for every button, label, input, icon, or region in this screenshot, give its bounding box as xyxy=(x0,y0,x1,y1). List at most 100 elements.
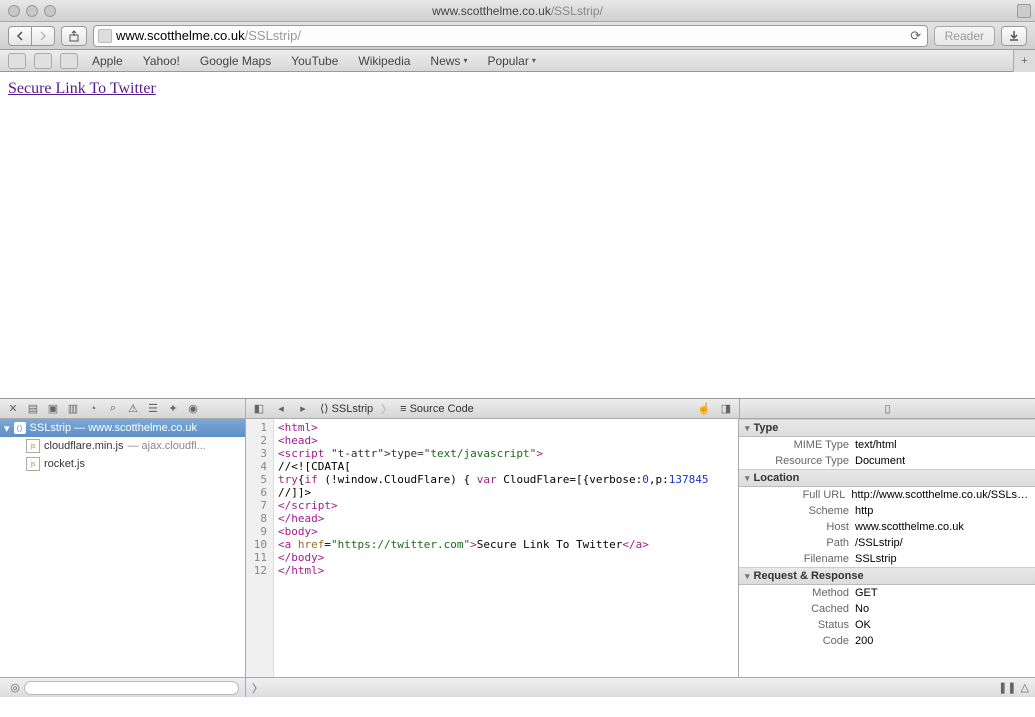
breadcrumb-file[interactable]: ⟨⟩ SSLstrip xyxy=(316,402,377,415)
tree-item[interactable]: jscloudflare.min.js — ajax.cloudfl... xyxy=(0,437,245,455)
source-line: <a href="https://twitter.com">Secure Lin… xyxy=(278,538,709,551)
line-gutter: 123456789101112 xyxy=(246,419,274,677)
collapse-button[interactable]: △ xyxy=(1021,681,1029,694)
bookmark-news-folder[interactable]: News xyxy=(424,54,473,68)
warnings-tool[interactable]: ⚠ xyxy=(124,401,142,417)
source-line: <html> xyxy=(278,421,709,434)
inspect-tool[interactable]: ✦ xyxy=(164,401,182,417)
toggle-right-sidebar-button[interactable]: ◨ xyxy=(717,401,735,417)
element-selector-button[interactable]: ☝ xyxy=(695,401,713,417)
tree-item[interactable]: jsrocket.js xyxy=(0,455,245,473)
source-line: </html> xyxy=(278,564,709,577)
toggle-sidebar-button[interactable]: ◧ xyxy=(250,401,268,417)
source-line: <script "t-attr">type="text/javascript"> xyxy=(278,447,709,460)
tree-item-detail: — ajax.cloudfl... xyxy=(127,440,205,452)
source-line: <head> xyxy=(278,434,709,447)
nav-back-button[interactable]: ◂ xyxy=(272,401,290,417)
filter-icon: ◎ xyxy=(6,680,24,696)
forward-button[interactable] xyxy=(31,26,55,46)
browser-toolbar: www.scotthelme.co.uk/SSLstrip/ ⟳ Reader xyxy=(0,22,1035,50)
devtools: ✕ ▤ ▣ ▥ ◔ ⌕ ⚠ ☰ ✦ ◉ ◧ ◂ ▸ ⟨⟩ SSLstrip 〉 … xyxy=(0,398,1035,697)
detail-value: No xyxy=(855,603,869,615)
source-line: //<![CDATA[ xyxy=(278,460,709,473)
section-header[interactable]: Type xyxy=(739,419,1035,437)
devtools-sidebar: ▾ ⟨⟩ SSLstrip — www.scotthelme.co.uk jsc… xyxy=(0,419,246,677)
storage-tab[interactable]: ▥ xyxy=(64,401,82,417)
filter-input[interactable] xyxy=(24,681,239,695)
detail-value: 200 xyxy=(855,635,873,647)
disclosure-icon: ▾ xyxy=(4,422,10,435)
downloads-button[interactable] xyxy=(1001,26,1027,46)
bookmark-google-maps[interactable]: Google Maps xyxy=(194,54,277,68)
source-viewer[interactable]: 123456789101112 <html><head><script "t-a… xyxy=(246,419,739,677)
nav-forward-button[interactable]: ▸ xyxy=(294,401,312,417)
window-title: www.scotthelme.co.uk/SSLstrip/ xyxy=(0,4,1035,18)
back-button[interactable] xyxy=(8,26,31,46)
reload-button[interactable]: ⟳ xyxy=(909,28,923,44)
detail-key: Scheme xyxy=(745,505,855,517)
details-doc-icon: ▯ xyxy=(879,401,897,417)
detail-value: www.scotthelme.co.uk xyxy=(855,521,964,533)
section-header[interactable]: Request & Response xyxy=(739,567,1035,585)
detail-row: Resource TypeDocument xyxy=(739,453,1035,469)
bookmark-popular-folder[interactable]: Popular xyxy=(481,54,541,68)
detail-row: Schemehttp xyxy=(739,503,1035,519)
record-tool[interactable]: ◉ xyxy=(184,401,202,417)
console-tool[interactable]: ☰ xyxy=(144,401,162,417)
search-tool[interactable]: ⌕ xyxy=(104,401,122,417)
breadcrumb-source-code[interactable]: ≡ Source Code xyxy=(396,403,478,415)
network-tab[interactable]: ◔ xyxy=(84,401,102,417)
detail-key: Method xyxy=(745,587,855,599)
detail-value: /SSLstrip/ xyxy=(855,537,903,549)
share-button[interactable] xyxy=(61,26,87,46)
top-sites-button[interactable] xyxy=(60,53,78,69)
source-line: </script> xyxy=(278,499,709,512)
window-titlebar: www.scotthelme.co.uk/SSLstrip/ xyxy=(0,0,1035,22)
close-devtools-button[interactable]: ✕ xyxy=(4,401,22,417)
detail-row: Code200 xyxy=(739,633,1035,649)
bookmark-yahoo[interactable]: Yahoo! xyxy=(137,54,186,68)
bookmark-wikipedia[interactable]: Wikipedia xyxy=(352,54,416,68)
reader-button[interactable]: Reader xyxy=(934,26,995,46)
detail-value: GET xyxy=(855,587,878,599)
detail-row: MethodGET xyxy=(739,585,1035,601)
bookmark-apple[interactable]: Apple xyxy=(86,54,129,68)
bookmark-youtube[interactable]: YouTube xyxy=(285,54,344,68)
detail-key: Filename xyxy=(745,553,855,565)
detail-key: Path xyxy=(745,537,855,549)
document-icon: ⟨⟩ xyxy=(14,422,26,434)
address-text: www.scotthelme.co.uk/SSLstrip/ xyxy=(116,28,905,43)
details-panel: TypeMIME Typetext/htmlResource TypeDocum… xyxy=(739,419,1035,677)
source-line: </head> xyxy=(278,512,709,525)
tree-root[interactable]: ▾ ⟨⟩ SSLstrip — www.scotthelme.co.uk xyxy=(0,419,245,437)
source-line: try{if (!window.CloudFlare) { var CloudF… xyxy=(278,473,709,486)
detail-row: MIME Typetext/html xyxy=(739,437,1035,453)
detail-key: Code xyxy=(745,635,855,647)
console-prompt-icon: 〉 xyxy=(252,680,263,696)
devtools-toolbar: ✕ ▤ ▣ ▥ ◔ ⌕ ⚠ ☰ ✦ ◉ ◧ ◂ ▸ ⟨⟩ SSLstrip 〉 … xyxy=(0,399,1035,419)
favicon-icon xyxy=(98,29,112,43)
detail-row: FilenameSSLstrip xyxy=(739,551,1035,567)
detail-key: Host xyxy=(745,521,855,533)
elements-tab[interactable]: ▣ xyxy=(44,401,62,417)
section-header[interactable]: Location xyxy=(739,469,1035,487)
list-icon: ≡ xyxy=(400,403,406,415)
resources-tab[interactable]: ▤ xyxy=(24,401,42,417)
reading-list-button[interactable] xyxy=(34,53,52,69)
address-bar[interactable]: www.scotthelme.co.uk/SSLstrip/ ⟳ xyxy=(93,25,928,47)
detail-value: OK xyxy=(855,619,871,631)
breadcrumb-separator-icon: 〉 xyxy=(381,401,392,417)
show-bookmarks-button[interactable] xyxy=(8,53,26,69)
source-code: <html><head><script "t-attr">type="text/… xyxy=(274,419,713,677)
pause-button[interactable]: ❚❚ xyxy=(998,681,1016,694)
detail-key: Resource Type xyxy=(745,455,855,467)
tree-children: jscloudflare.min.js — ajax.cloudfl...jsr… xyxy=(0,437,245,473)
new-tab-button[interactable]: + xyxy=(1013,50,1035,72)
page-link[interactable]: Secure Link To Twitter xyxy=(8,80,156,97)
tree-item-name: rocket.js xyxy=(44,458,85,470)
tree-item-name: cloudflare.min.js xyxy=(44,440,123,452)
detail-row: StatusOK xyxy=(739,617,1035,633)
detail-value: http://www.scotthelme.co.uk/SSLstrip/ xyxy=(851,489,1029,501)
detail-value: text/html xyxy=(855,439,897,451)
detail-row: CachedNo xyxy=(739,601,1035,617)
